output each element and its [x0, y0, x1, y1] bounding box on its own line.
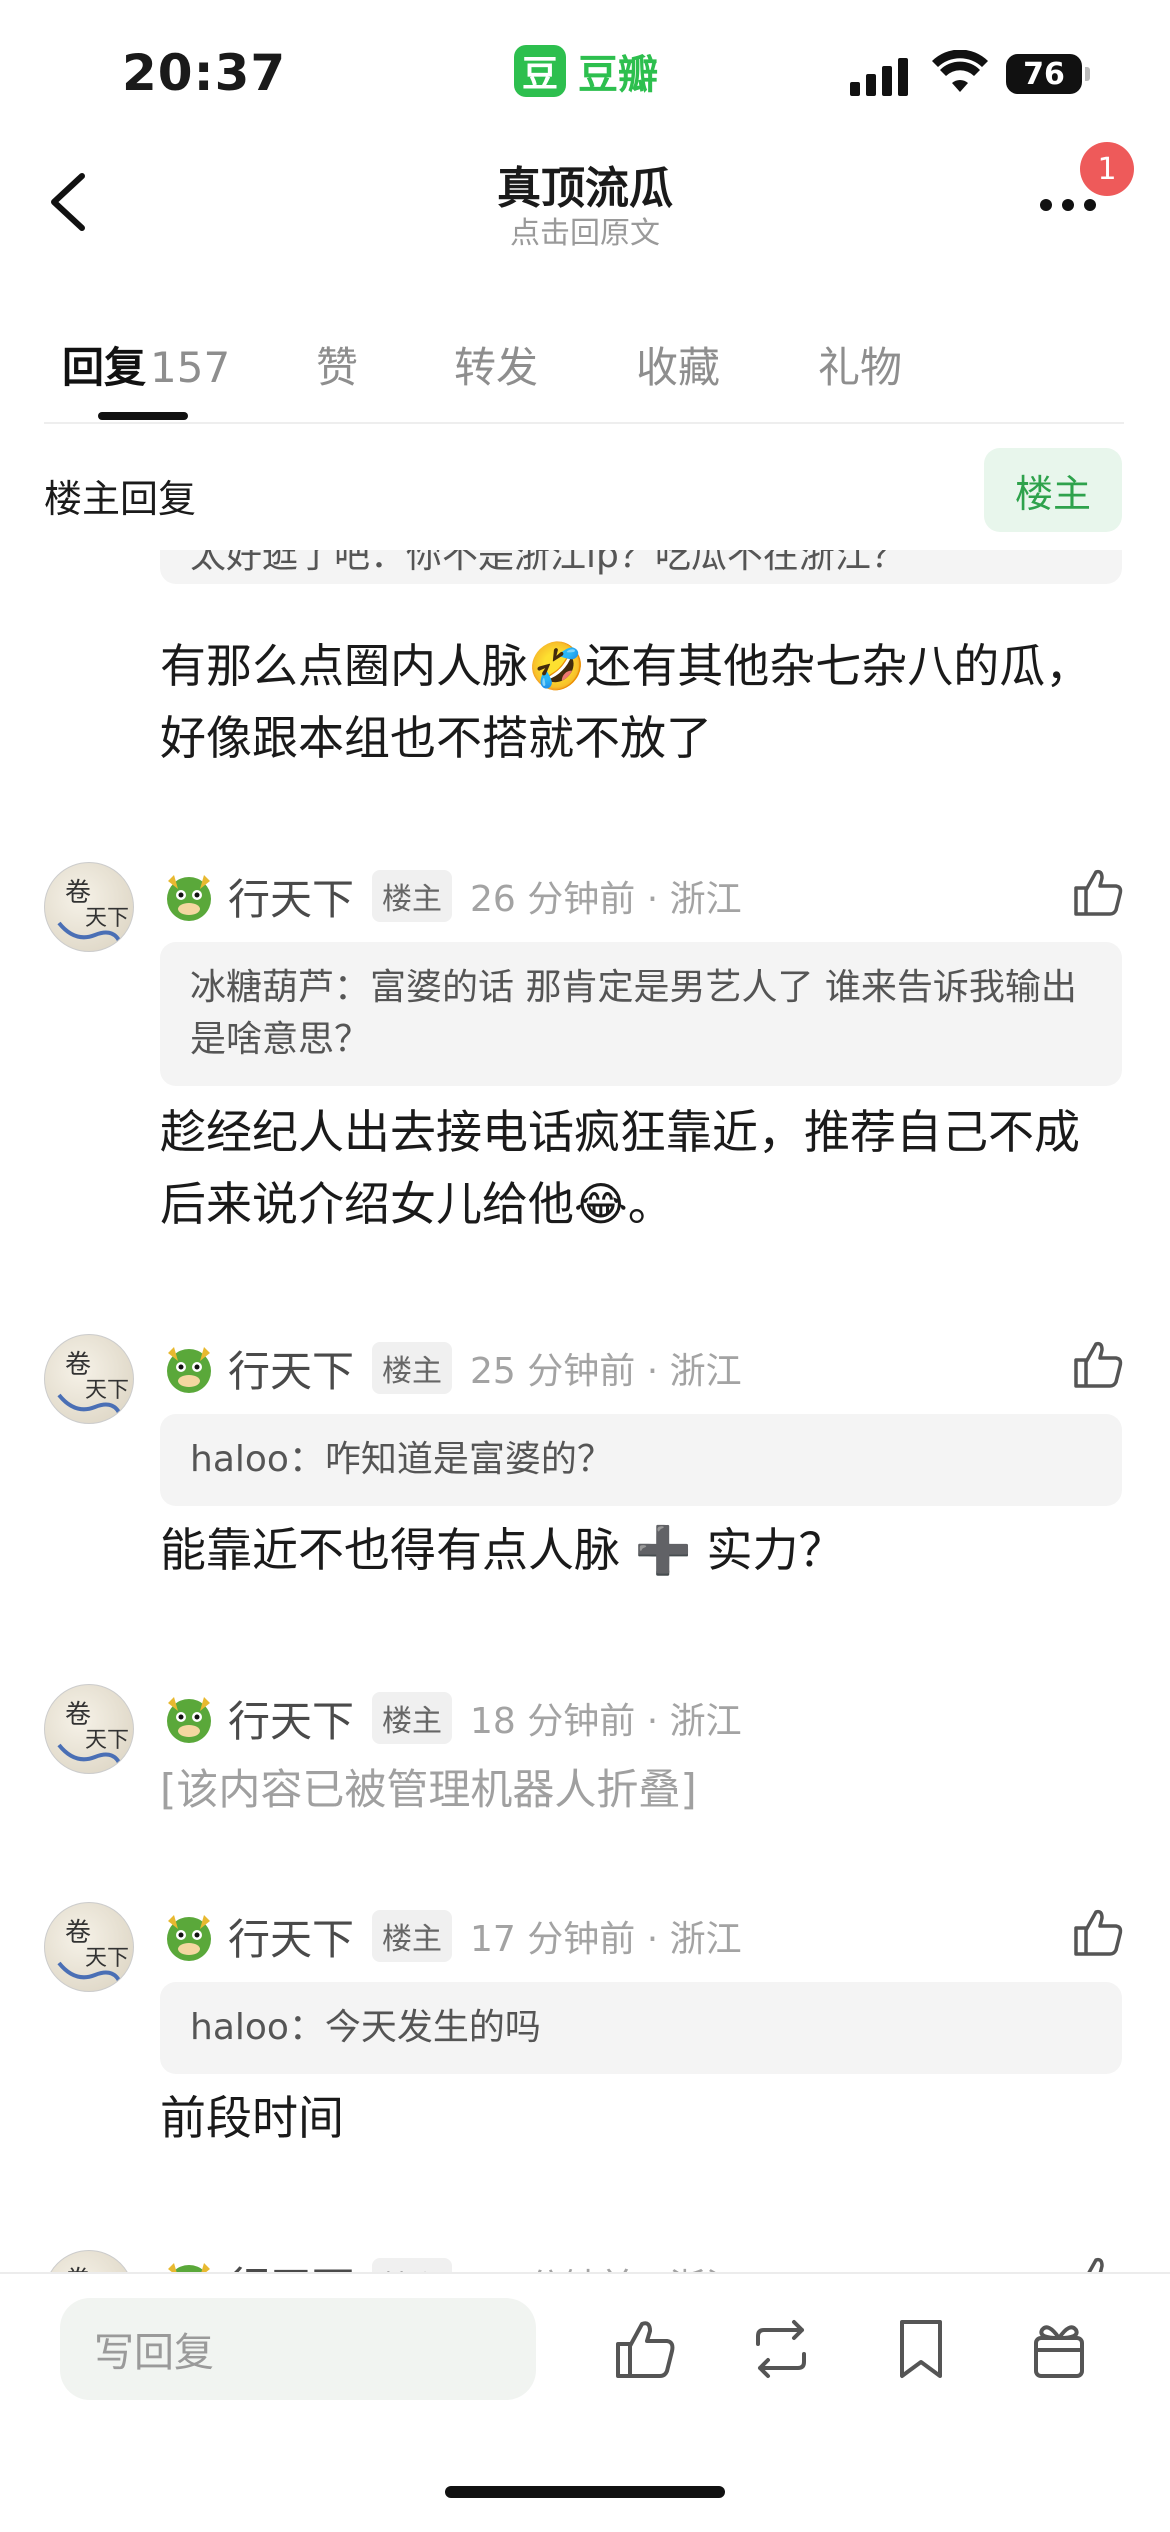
timestamp-location: 17 分钟前 · 浙江 [470, 1919, 742, 1960]
bottom-action-bar: 写回复 [0, 2272, 1170, 2532]
svg-text:天下: 天下 [85, 1378, 129, 1403]
wifi-icon [932, 50, 988, 92]
reply-input[interactable]: 写回复 [60, 2298, 536, 2400]
op-tag: 楼主 [372, 870, 453, 922]
nav-bar: 真顶流瓜 点击回原文 1 [0, 140, 1170, 280]
tab-favorites[interactable]: 收藏 [636, 334, 720, 395]
thumbs-up-icon[interactable] [1070, 1904, 1126, 1960]
avatar[interactable]: 卷天下 [44, 1334, 134, 1424]
status-bar: 20:37 豆 豆瓣 76 [0, 0, 1170, 140]
avatar[interactable]: 卷天下 [44, 862, 134, 952]
dragon-icon [167, 1347, 211, 1393]
timestamp-location: 16 分钟前 · 浙江 [470, 2258, 742, 2272]
back-to-original-link[interactable]: 点击回原文 [0, 208, 1170, 252]
status-time: 20:37 [122, 44, 287, 102]
op-tag: 楼主 [372, 1692, 453, 1744]
comment-feed[interactable]: 太好逛了吧：你不是浙江ip？吃瓜不在浙江？ 有那么点圈内人脉🤣还有其他杂七杂八的… [0, 550, 1170, 2272]
dragon-icon [167, 1697, 211, 1743]
op-tag: 楼主 [372, 1342, 453, 1394]
op-tag: 楼主 [372, 2258, 453, 2272]
quoted-reply: 冰糖葫芦：富婆的话 那肯定是男艺人了 谁来告诉我输出是啥意思？ [160, 942, 1122, 1086]
comment-body: 前段时间 [160, 2091, 344, 2145]
tab-bar: 回复157 赞 转发 收藏 礼物 [44, 320, 1124, 424]
svg-text:卷: 卷 [65, 1700, 91, 1730]
comment-body: 能靠近不也得有点人脉 ➕ 实力？ [160, 1523, 845, 1577]
svg-text:卷: 卷 [65, 1918, 91, 1948]
cellular-signal-icon [850, 56, 908, 96]
dragon-icon [167, 1915, 211, 1961]
svg-text:天下: 天下 [85, 1946, 129, 1971]
page-title[interactable]: 真顶流瓜 [0, 152, 1170, 216]
tab-label: 回复 [62, 343, 147, 392]
comment-meta: 行天下 楼主 26 分钟前 · 浙江 [160, 866, 742, 926]
app-logo: 豆 [514, 45, 566, 97]
thumbs-up-icon[interactable] [1070, 2252, 1126, 2272]
thumbs-up-icon[interactable] [610, 2314, 680, 2384]
svg-text:天下: 天下 [85, 906, 129, 931]
comment-meta: 行天下 楼主 16 分钟前 · 浙江 [160, 2254, 742, 2272]
avatar[interactable]: 卷天下 [44, 1684, 134, 1774]
username[interactable]: 行天下 [228, 1906, 354, 1967]
username[interactable]: 行天下 [228, 1688, 354, 1749]
svg-text:卷: 卷 [65, 878, 91, 908]
active-tab-indicator [98, 412, 188, 420]
avatar[interactable]: 卷天下 [44, 1902, 134, 1992]
folded-comment-notice[interactable]: [该内容已被管理机器人折叠] [160, 1754, 1122, 1826]
svg-text:天下: 天下 [85, 1728, 129, 1753]
timestamp-location: 25 分钟前 · 浙江 [470, 1351, 742, 1392]
app-indicator: 豆 豆瓣 [514, 42, 658, 100]
comment-meta: 行天下 楼主 18 分钟前 · 浙江 [160, 1688, 742, 1748]
comment-meta: 行天下 楼主 17 分钟前 · 浙江 [160, 1906, 742, 1966]
dragon-icon [167, 875, 211, 921]
timestamp-location: 26 分钟前 · 浙江 [470, 879, 742, 920]
app-name: 豆瓣 [578, 52, 658, 98]
gift-icon[interactable] [1024, 2314, 1094, 2384]
comment-body: 趁经纪人出去接电话疯狂靠近，推荐自己不成后来说介绍女儿给他😂。 [160, 1105, 1080, 1231]
username[interactable]: 行天下 [228, 1338, 354, 1399]
dragon-icon [168, 2263, 210, 2272]
tab-replies[interactable]: 回复157 [62, 334, 230, 395]
username[interactable]: 行天下 [228, 866, 354, 927]
comment-body: 有那么点圈内人脉🤣还有其他杂七杂八的瓜，好像跟本组也不搭就不放了 [160, 639, 1092, 765]
avatar[interactable]: 卷天下 [44, 2250, 134, 2272]
tab-reposts[interactable]: 转发 [454, 334, 538, 395]
bookmark-icon[interactable] [886, 2314, 956, 2384]
filter-row: 楼主回复 楼主 [0, 440, 1170, 550]
quoted-reply: haloo：咋知道是富婆的？ [160, 1414, 1122, 1506]
quoted-reply: haloo：今天发生的吗 [160, 1982, 1122, 2074]
quoted-reply: 太好逛了吧：你不是浙江ip？吃瓜不在浙江？ [160, 550, 1122, 584]
tab-count: 157 [150, 343, 231, 392]
thumbs-up-icon[interactable] [1070, 1336, 1126, 1392]
tab-likes[interactable]: 赞 [316, 334, 358, 395]
timestamp-location: 18 分钟前 · 浙江 [470, 1701, 742, 1742]
svg-text:卷: 卷 [65, 1350, 91, 1380]
repost-icon[interactable] [746, 2314, 816, 2384]
thumbs-up-icon[interactable] [1070, 864, 1126, 920]
op-filter-button[interactable]: 楼主 [984, 448, 1122, 532]
username[interactable]: 行天下 [228, 2254, 354, 2273]
notification-badge: 1 [1080, 142, 1134, 196]
filter-label: 楼主回复 [44, 477, 197, 521]
op-tag: 楼主 [372, 1910, 453, 1962]
tab-gifts[interactable]: 礼物 [818, 334, 902, 395]
home-indicator [445, 2486, 725, 2498]
comment-meta: 行天下 楼主 25 分钟前 · 浙江 [160, 1338, 742, 1398]
battery-indicator: 76 [1006, 54, 1090, 94]
